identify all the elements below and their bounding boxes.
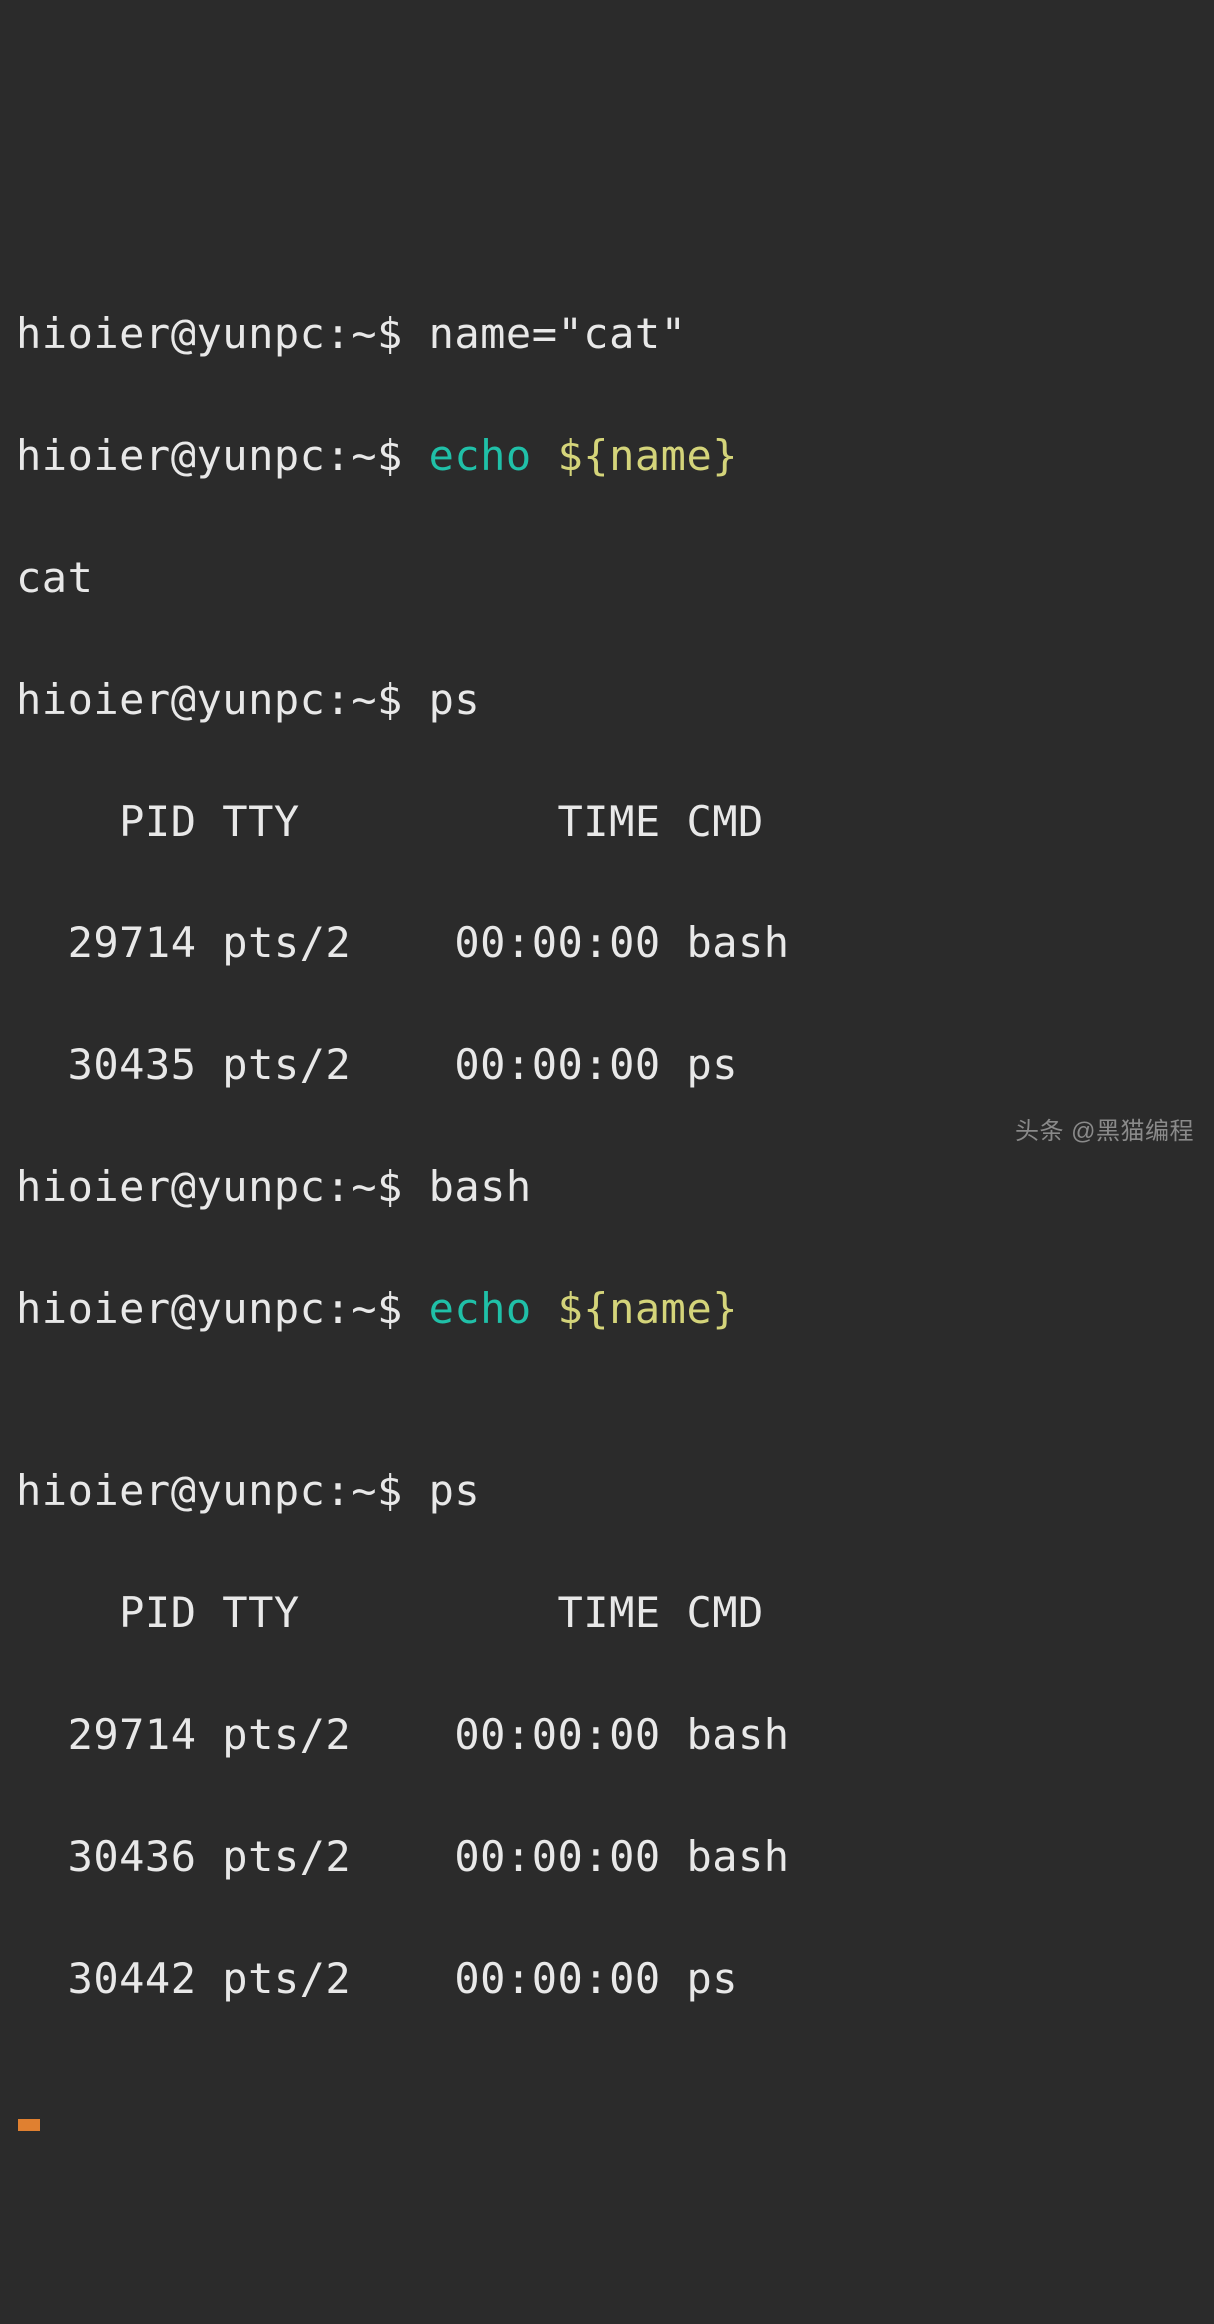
command-line: hioier@yunpc:~$ name="cat" bbox=[16, 304, 1198, 365]
prompt: hioier@yunpc:~$ bbox=[16, 1284, 429, 1333]
command-text: ps bbox=[429, 1466, 481, 1515]
ps-header: PID TTY TIME CMD bbox=[16, 792, 1198, 853]
ps-row: 29714 pts/2 00:00:00 bash bbox=[16, 913, 1198, 974]
ps-row: 29714 pts/2 00:00:00 bash bbox=[16, 1705, 1198, 1766]
command-line: hioier@yunpc:~$ ps bbox=[16, 670, 1198, 731]
echo-keyword: echo bbox=[429, 1284, 532, 1333]
output-line: cat bbox=[16, 548, 1198, 609]
ps-row: 30435 pts/2 00:00:00 ps bbox=[16, 1035, 1198, 1096]
command-line: hioier@yunpc:~$ echo ${name} bbox=[16, 426, 1198, 487]
command-text: ps bbox=[429, 675, 481, 724]
ps-row: 30436 pts/2 00:00:00 bash bbox=[16, 1827, 1198, 1888]
prompt: hioier@yunpc:~$ bbox=[16, 431, 429, 480]
ps-row: 30442 pts/2 00:00:00 ps bbox=[16, 1949, 1198, 2010]
command-text: name="cat" bbox=[429, 309, 687, 358]
command-line: hioier@yunpc:~$ bash bbox=[16, 1157, 1198, 1218]
variable-expansion: ${name} bbox=[532, 1284, 738, 1333]
variable-expansion: ${name} bbox=[532, 431, 738, 480]
prompt: hioier@yunpc:~$ bbox=[16, 309, 429, 358]
command-text: bash bbox=[429, 1162, 532, 1211]
prompt: hioier@yunpc:~$ bbox=[16, 1162, 429, 1211]
terminal-output[interactable]: hioier@yunpc:~$ name="cat" hioier@yunpc:… bbox=[16, 244, 1198, 2132]
command-line: hioier@yunpc:~$ ps bbox=[16, 1461, 1198, 1522]
echo-keyword: echo bbox=[429, 431, 532, 480]
command-line: hioier@yunpc:~$ echo ${name} bbox=[16, 1279, 1198, 1340]
cursor-icon bbox=[18, 2119, 40, 2131]
ps-header: PID TTY TIME CMD bbox=[16, 1583, 1198, 1644]
prompt: hioier@yunpc:~$ bbox=[16, 1466, 429, 1515]
watermark-text: 头条 @黑猫编程 bbox=[1015, 1115, 1194, 1150]
prompt: hioier@yunpc:~$ bbox=[16, 675, 429, 724]
